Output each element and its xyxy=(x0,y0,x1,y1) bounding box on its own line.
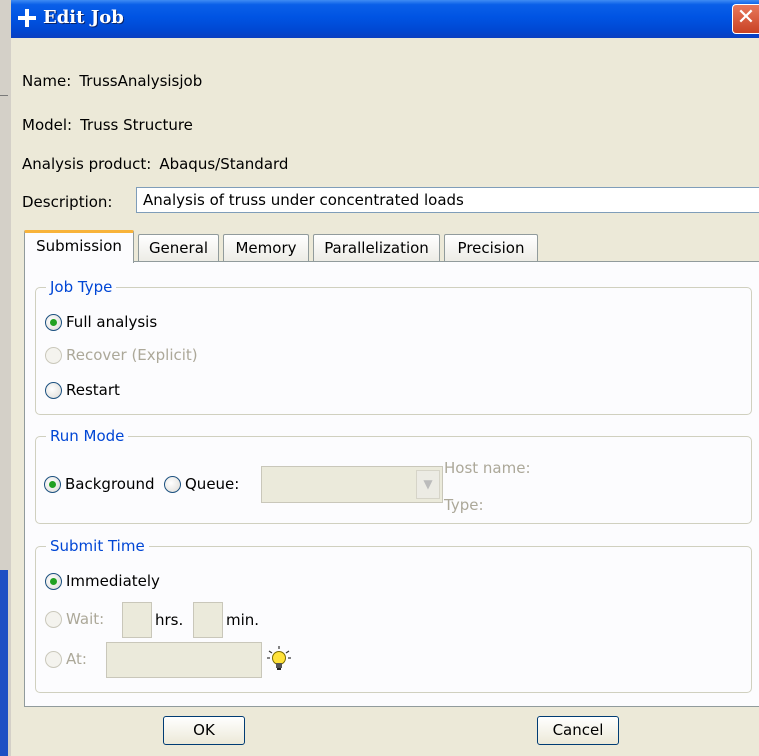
window-title: Edit Job xyxy=(43,7,124,28)
radio-checked-icon xyxy=(44,475,61,493)
type-label: Type: xyxy=(444,496,484,514)
description-label: Description: xyxy=(22,193,113,211)
immediately-label: Immediately xyxy=(66,572,160,590)
radio-icon xyxy=(45,610,62,628)
radio-icon xyxy=(45,346,62,364)
edge-tick xyxy=(0,95,8,96)
model-row: Model: Truss Structure xyxy=(22,116,193,134)
restart-label: Restart xyxy=(66,381,120,399)
close-icon: ✕ xyxy=(736,5,756,30)
full-analysis-radio[interactable]: Full analysis xyxy=(45,313,157,331)
min-label: min. xyxy=(226,611,260,629)
recover-explicit-label: Recover (Explicit) xyxy=(66,346,198,364)
tab-submission[interactable]: Submission xyxy=(24,230,134,263)
wait-minutes-input[interactable] xyxy=(193,602,223,638)
queue-dropdown[interactable]: ▼ xyxy=(261,466,443,503)
analysis-product-label: Analysis product: xyxy=(22,155,152,173)
at-time-input[interactable] xyxy=(106,642,262,678)
hrs-label: hrs. xyxy=(155,611,184,629)
radio-checked-icon xyxy=(45,313,62,331)
name-row: Name: TrussAnalysisjob xyxy=(22,72,202,90)
plus-icon xyxy=(18,9,36,27)
name-value: TrussAnalysisjob xyxy=(79,72,203,90)
recover-explicit-radio[interactable]: Recover (Explicit) xyxy=(45,346,198,364)
wait-hours-input[interactable] xyxy=(122,602,152,638)
title-bar[interactable]: Edit Job ✕ xyxy=(11,0,759,38)
host-name-label: Host name: xyxy=(444,459,531,477)
ok-button[interactable]: OK xyxy=(163,716,245,745)
submit-time-legend: Submit Time xyxy=(46,537,149,555)
description-input[interactable]: Analysis of truss under concentrated loa… xyxy=(136,187,759,213)
model-value: Truss Structure xyxy=(80,116,193,134)
description-row: Description: Analysis of truss under con… xyxy=(22,187,759,213)
tab-precision[interactable]: Precision xyxy=(444,234,538,262)
at-radio[interactable]: At: xyxy=(45,650,87,668)
wait-label: Wait: xyxy=(66,610,105,628)
restart-radio[interactable]: Restart xyxy=(45,381,120,399)
queue-label: Queue: xyxy=(185,475,240,493)
background-label: Background xyxy=(65,475,155,493)
job-type-legend: Job Type xyxy=(46,278,117,296)
radio-icon xyxy=(164,475,181,493)
radio-checked-icon xyxy=(45,572,62,590)
model-label: Model: xyxy=(22,116,73,134)
edge-blue-strip xyxy=(0,570,8,756)
analysis-product-row: Analysis product: Abaqus/Standard xyxy=(22,155,288,173)
analysis-product-value: Abaqus/Standard xyxy=(159,155,289,173)
immediately-radio[interactable]: Immediately xyxy=(45,572,160,590)
tab-memory[interactable]: Memory xyxy=(223,234,309,262)
tab-parallelization[interactable]: Parallelization xyxy=(313,234,440,262)
tab-general[interactable]: General xyxy=(138,234,219,262)
radio-icon xyxy=(45,650,62,668)
chevron-down-icon[interactable]: ▼ xyxy=(416,470,440,499)
run-mode-legend: Run Mode xyxy=(46,427,129,445)
at-label: At: xyxy=(66,650,87,668)
full-analysis-label: Full analysis xyxy=(66,313,158,331)
name-label: Name: xyxy=(22,72,72,90)
submission-panel: Job Type Full analysis Recover (Explicit… xyxy=(24,261,759,707)
wait-radio[interactable]: Wait: xyxy=(45,610,104,628)
cancel-button[interactable]: Cancel xyxy=(537,716,619,745)
lightbulb-icon[interactable] xyxy=(266,645,292,673)
close-button[interactable]: ✕ xyxy=(732,4,759,34)
submit-time-group: Submit Time Immediately Wait: hrs. min. … xyxy=(35,537,752,693)
queue-radio[interactable]: Queue: xyxy=(164,475,239,493)
job-type-group: Job Type Full analysis Recover (Explicit… xyxy=(35,278,752,415)
edit-job-dialog: Edit Job ✕ Name: TrussAnalysisjob Model: T… xyxy=(11,0,759,756)
background-radio[interactable]: Background xyxy=(44,475,155,493)
run-mode-group: Run Mode Background Queue: ▼ Host name: … xyxy=(35,427,752,524)
radio-icon xyxy=(45,381,62,399)
